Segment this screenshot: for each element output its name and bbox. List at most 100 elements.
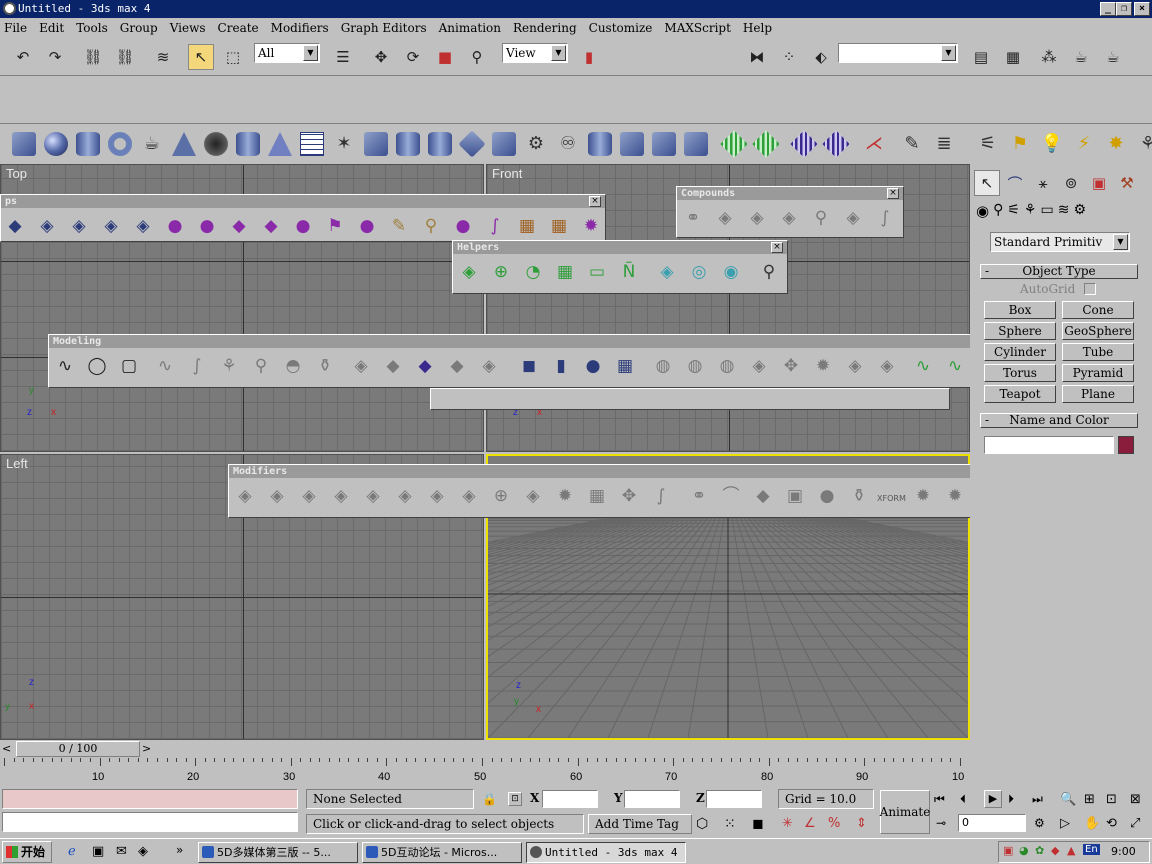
zoom-extents-icon[interactable]: ⊡ <box>1106 792 1117 807</box>
torus-knot-icon[interactable]: ⚙ <box>524 132 548 156</box>
outlook-icon[interactable]: ✉ <box>116 844 127 859</box>
sphere-button[interactable]: Sphere <box>984 322 1056 340</box>
ati-icon[interactable]: ▲ <box>1067 844 1075 857</box>
task-button-3dsmax[interactable]: Untitled - 3ds max 4 <box>526 842 686 863</box>
spring-icon[interactable]: ≣ <box>932 132 956 156</box>
language-indicator[interactable]: En <box>1083 844 1100 855</box>
space-warp-icon[interactable]: ▦ <box>515 214 539 238</box>
extrude-icon[interactable]: ⚘ <box>217 354 241 378</box>
task-button-1[interactable]: 5D多媒体第三版 -- 5... <box>198 842 358 863</box>
flex-mod-icon[interactable]: ◆ <box>751 484 775 508</box>
nurbs-icon[interactable] <box>790 130 818 158</box>
next-frame-arrow-icon[interactable]: > <box>142 742 151 755</box>
edit-spline-icon[interactable]: ∿ <box>943 354 967 378</box>
palette-modeling[interactable]: Modeling × ∿ ◯ ▢ ∿ ∫ ⚘ ⚲ ◓ ⚱ ◈ ◆ ◆ ◆ ◈ ◼… <box>48 334 1080 388</box>
boolean-icon[interactable]: ◈ <box>841 206 865 230</box>
twist-icon[interactable]: ◈ <box>67 214 91 238</box>
ffd-mod-icon[interactable]: ✥ <box>617 484 641 508</box>
sunlight-icon[interactable]: ✸ <box>1104 132 1128 156</box>
pyramid-button[interactable]: Pyramid <box>1062 364 1134 382</box>
capsule-icon[interactable] <box>588 132 612 156</box>
loft-icon[interactable]: ∫ <box>873 206 897 230</box>
gengon-icon[interactable] <box>458 130 486 158</box>
play-icon[interactable]: ▶ <box>984 790 1002 808</box>
unlink-icon[interactable]: ⛓ <box>112 44 138 70</box>
pivot-center-icon[interactable]: ▮ <box>576 44 602 70</box>
spray-icon[interactable]: ● <box>355 214 379 238</box>
geosphere-icon[interactable] <box>204 132 228 156</box>
systems-icon[interactable]: ⚙ <box>1073 202 1086 224</box>
spindle-icon[interactable] <box>492 132 516 156</box>
squeeze-mod-icon[interactable]: ◈ <box>361 484 385 508</box>
compass-icon[interactable]: Ñ <box>617 260 641 284</box>
manipulate-icon[interactable]: ⚲ <box>464 44 490 70</box>
rectangle-icon[interactable]: ▢ <box>117 354 141 378</box>
utilities-tab-icon[interactable]: ⚒ <box>1114 170 1140 196</box>
bend-mod-icon[interactable]: ◈ <box>233 484 257 508</box>
hierarchy-tab-icon[interactable]: ⚹ <box>1030 170 1056 196</box>
bevel-icon[interactable]: ⚲ <box>249 354 273 378</box>
select-object-icon[interactable]: ↖ <box>188 44 214 70</box>
selection-filter-dropdown[interactable]: All ▼ <box>254 43 320 63</box>
edit-poly-icon[interactable]: ◈ <box>477 354 501 378</box>
taper-icon[interactable]: ◈ <box>35 214 59 238</box>
lights-icon[interactable]: ⚟ <box>1007 202 1020 224</box>
box-button[interactable]: Box <box>984 301 1056 319</box>
palette-helpers[interactable]: Helpers × ◈ ⊕ ◔ ▦ ▭ Ñ ◈ ◎ ◉ ⚲ <box>452 240 788 294</box>
plane-prim-icon[interactable]: ▦ <box>613 354 637 378</box>
connect-icon[interactable]: ◈ <box>777 206 801 230</box>
dummy-helper-icon[interactable]: ◈ <box>457 260 481 284</box>
material-editor-icon[interactable]: ⁂ <box>1036 44 1062 70</box>
object-type-rollout-header[interactable]: - Object Type <box>980 264 1138 279</box>
menu-create[interactable]: Create <box>218 21 259 35</box>
menu-graph-editors[interactable]: Graph Editors <box>341 21 427 35</box>
particle-icon[interactable]: ● <box>163 214 187 238</box>
zoom-extents-all-icon[interactable]: ⊠ <box>1130 792 1141 807</box>
uvw-map-icon[interactable]: ▣ <box>783 484 807 508</box>
unwrap-uvw-icon[interactable]: ⚱ <box>847 484 871 508</box>
track-bar[interactable]: 10 20 30 40 50 60 70 80 90 10 <box>0 758 970 784</box>
quicklaunch-more-icon[interactable]: » <box>176 843 183 857</box>
cylinder-button[interactable]: Cylinder <box>984 343 1056 361</box>
redo-icon[interactable]: ↷ <box>42 44 68 70</box>
edit-patch-icon[interactable]: ◆ <box>413 354 437 378</box>
percent-snap-icon[interactable]: % <box>828 816 840 831</box>
lathe-icon[interactable]: ∫ <box>185 354 209 378</box>
add-time-tag-button[interactable]: Add Time Tag <box>588 814 692 834</box>
create-tab-icon[interactable]: ↖ <box>974 170 1000 196</box>
tray-icon-4[interactable]: ◆ <box>1051 844 1059 857</box>
modify-tab-icon[interactable]: ⌒ <box>1002 170 1028 196</box>
stretch-mod-icon[interactable]: ◈ <box>393 484 417 508</box>
space-warps-icon[interactable]: ≋ <box>1058 202 1070 224</box>
bend-icon[interactable]: ◆ <box>3 214 27 238</box>
displace-icon[interactable]: ▦ <box>547 214 571 238</box>
nurbs-cv-icon[interactable] <box>822 130 850 158</box>
app-icon[interactable] <box>3 2 16 15</box>
desktop-icon[interactable]: ▣ <box>92 844 104 859</box>
snow-icon[interactable]: ✎ <box>387 214 411 238</box>
push-mod-icon[interactable]: ✹ <box>911 484 935 508</box>
named-selection-dropdown[interactable]: ▼ <box>838 43 958 63</box>
display-tab-icon[interactable]: ▣ <box>1086 170 1112 196</box>
move-icon[interactable]: ✥ <box>368 44 394 70</box>
quicklaunch-icon[interactable]: ◈ <box>138 844 148 859</box>
fillet-icon[interactable]: ∿ <box>153 354 177 378</box>
array-icon[interactable]: ⁘ <box>776 44 802 70</box>
cylinder-icon[interactable] <box>76 132 100 156</box>
l-ext-icon[interactable] <box>620 132 644 156</box>
object-name-field[interactable] <box>984 436 1114 454</box>
cameras-icon[interactable]: ⚘ <box>1024 202 1037 224</box>
bones-icon[interactable]: ⋌ <box>862 132 886 156</box>
previous-frame-icon[interactable]: ⏴ <box>960 792 966 807</box>
c-ext-icon[interactable] <box>652 132 676 156</box>
chevron-down-icon[interactable]: ▼ <box>303 45 318 61</box>
time-config-icon[interactable]: ⚙ <box>1034 816 1045 830</box>
edit-mesh-icon[interactable]: ◈ <box>349 354 373 378</box>
grid-helper-icon[interactable]: ▦ <box>553 260 577 284</box>
menu-modifiers[interactable]: Modifiers <box>271 21 329 35</box>
menu-customize[interactable]: Customize <box>589 21 653 35</box>
lattice-mod-icon[interactable]: ◈ <box>521 484 545 508</box>
rect-selection-icon[interactable]: ⬚ <box>220 44 246 70</box>
stretch-icon[interactable]: ◈ <box>131 214 155 238</box>
noise-mod-icon[interactable]: ✹ <box>553 484 577 508</box>
